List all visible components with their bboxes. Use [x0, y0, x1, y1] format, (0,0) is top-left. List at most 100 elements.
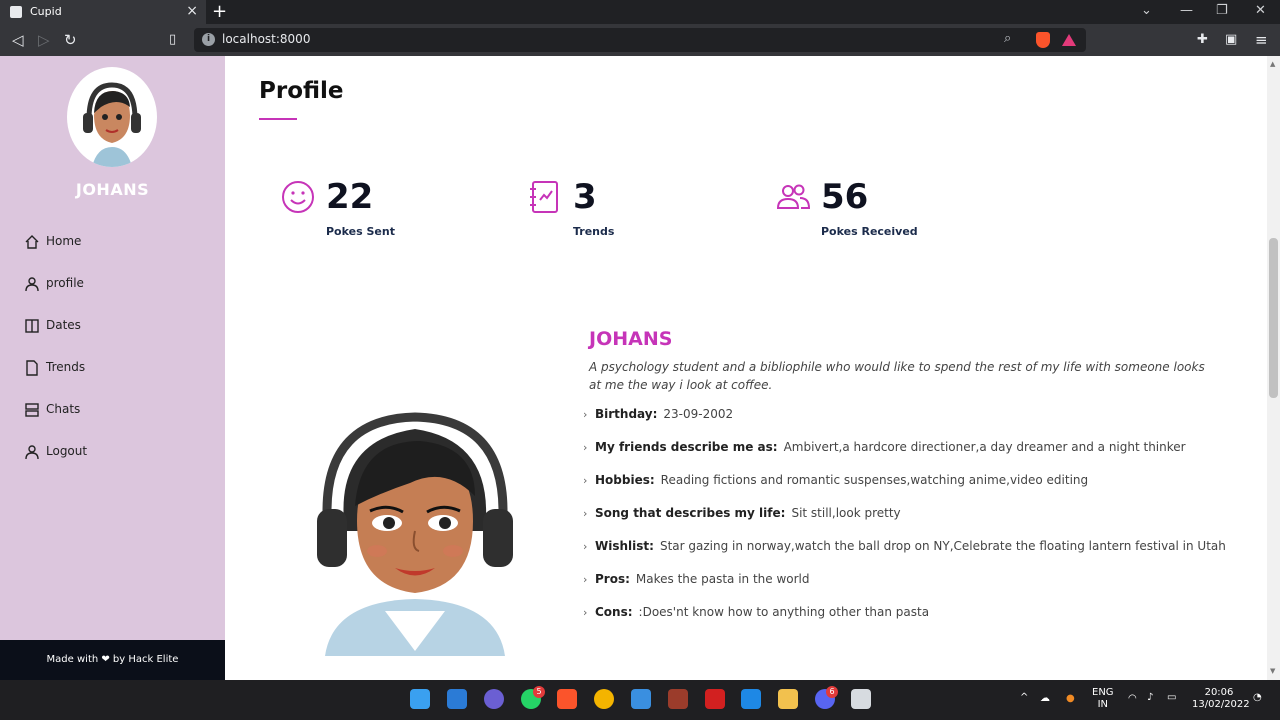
wifi-icon[interactable]: ◠ [1128, 693, 1137, 705]
site-info-icon[interactable]: i [202, 33, 215, 46]
clock-date: 13/02/2022 [1192, 699, 1250, 710]
tab-search-icon[interactable]: ⌄ [1141, 3, 1152, 18]
minimize-button[interactable]: — [1180, 3, 1193, 18]
detail-label: Cons: [595, 605, 633, 619]
chrome-icon[interactable] [594, 689, 614, 709]
sidebar: JOHANS Home profile Dates Trends Chats L… [0, 56, 225, 680]
forward-icon[interactable]: ▷ [38, 30, 50, 50]
stat-value: 22 [326, 177, 374, 217]
browser-tab[interactable]: Cupid × [0, 0, 206, 24]
profile-bio: A psychology student and a bibliophile w… [589, 360, 1205, 392]
taskbar: 5 6 ^ ☁ ● ENG IN ◠ ♪ ▭ 20:06 13/02/2022 … [0, 680, 1280, 720]
wallet-icon[interactable]: ▣ [1225, 30, 1237, 50]
teams-chat-icon[interactable] [484, 689, 504, 709]
title-underline [259, 118, 297, 120]
smile-icon [282, 181, 314, 213]
stat-value: 3 [573, 177, 597, 217]
brave-rewards-icon[interactable] [1062, 34, 1076, 46]
stat-label: Pokes Received [821, 225, 918, 238]
brave-shields-icon[interactable] [1036, 32, 1050, 48]
page-scrollbar[interactable]: ▲ ▼ [1267, 56, 1280, 680]
avatar [67, 67, 157, 167]
battery-icon[interactable]: ▭ [1167, 692, 1176, 704]
detail-value: Star gazing in norway,watch the ball dro… [659, 539, 1226, 553]
clock-time: 20:06 [1204, 687, 1234, 698]
winrar-icon[interactable] [668, 689, 688, 709]
menu-icon[interactable]: ≡ [1255, 30, 1268, 50]
sidebar-item-label: Chats [46, 402, 81, 416]
people-icon [776, 184, 810, 209]
stat-label: Trends [573, 225, 615, 238]
detail-pros: › Pros: Makes the pasta in the world [583, 572, 810, 586]
detail-cons: › Cons: :Does'nt know how to anything othe… [583, 605, 929, 619]
start-icon[interactable] [410, 689, 430, 709]
notifications-icon[interactable]: ◔ [1253, 692, 1262, 704]
detail-song: › Song that describes my life: Sit still,l… [583, 506, 901, 520]
maximize-button[interactable]: ❐ [1216, 3, 1228, 18]
acrobat-icon[interactable] [705, 689, 725, 709]
tray-overflow-icon[interactable]: ^ [1020, 692, 1028, 704]
reload-icon[interactable]: ↻ [64, 30, 77, 50]
brave-icon[interactable] [557, 689, 577, 709]
new-tab-button[interactable]: + [212, 1, 227, 22]
home-icon [25, 235, 39, 249]
close-tab-icon[interactable]: × [186, 3, 198, 19]
chevron-right-icon: › [583, 573, 588, 586]
detail-label: Wishlist: [595, 539, 654, 553]
app-icon[interactable] [851, 689, 871, 709]
favicon-icon [10, 6, 22, 18]
vscode-icon[interactable] [741, 689, 761, 709]
stat-label: Pokes Sent [326, 225, 395, 238]
user-icon [25, 277, 39, 292]
browser-tab-strip: Cupid × + ⌄ — ❐ ✕ [0, 0, 1280, 24]
browser-toolbar: ◁ ▷ ↻ ▯ i localhost:8000 ⌕ ✚ ▣ ≡ [0, 24, 1280, 56]
profile-name: JOHANS [589, 328, 673, 350]
book-icon [25, 319, 39, 333]
sidebar-item-label: Trends [46, 360, 86, 374]
detail-wishlist: › Wishlist: Star gazing in norway,watch th… [583, 539, 1226, 553]
volume-icon[interactable]: ♪ [1147, 692, 1153, 704]
chevron-right-icon: › [583, 606, 588, 619]
detail-value: :Does'nt know how to anything other than… [638, 605, 930, 619]
close-window-button[interactable]: ✕ [1255, 3, 1266, 18]
language-indicator[interactable]: ENG IN [1092, 687, 1114, 711]
chevron-right-icon: › [583, 474, 588, 487]
chevron-right-icon: › [583, 507, 588, 520]
file-explorer-icon[interactable] [778, 689, 798, 709]
detail-value: Sit still,look pretty [791, 506, 901, 520]
microphone-icon[interactable]: ● [1066, 693, 1075, 705]
detail-value: 23-09-2002 [663, 407, 734, 421]
scrollbar-thumb[interactable] [1269, 238, 1278, 398]
back-icon[interactable]: ◁ [12, 30, 24, 50]
sidebar-item-label: profile [46, 276, 84, 290]
detail-label: My friends describe me as: [595, 440, 778, 454]
notepad-icon[interactable] [631, 689, 651, 709]
detail-label: Pros: [595, 572, 630, 586]
task-view-icon[interactable] [447, 689, 467, 709]
page: JOHANS Home profile Dates Trends Chats L… [0, 56, 1280, 680]
main-content: Profile 22 Pokes Sent 3 Trends 56 Pokes … [225, 56, 1267, 680]
stat-value: 56 [821, 177, 869, 217]
detail-value: Makes the pasta in the world [635, 572, 810, 586]
bookmark-icon[interactable]: ▯ [169, 30, 176, 50]
address-bar[interactable]: i localhost:8000 ⌕ [194, 28, 1086, 52]
sidebar-item-label: Logout [46, 444, 88, 458]
sidebar-footer: Made with ❤ by Hack Elite [0, 640, 225, 680]
chevron-right-icon: › [583, 540, 588, 553]
detail-value: Reading fictions and romantic suspenses,… [660, 473, 1089, 487]
clock[interactable]: 20:06 13/02/2022 [1192, 687, 1250, 711]
scroll-down-icon[interactable]: ▼ [1270, 667, 1275, 675]
onedrive-icon[interactable]: ☁ [1040, 693, 1050, 705]
tab-title: Cupid [30, 5, 62, 18]
zoom-icon[interactable]: ⌕ [1004, 31, 1011, 46]
detail-value: Ambivert,a hardcore directioner,a day dr… [783, 440, 1186, 454]
url-text[interactable]: localhost:8000 [222, 32, 310, 46]
extensions-icon[interactable]: ✚ [1197, 30, 1208, 50]
sidebar-item-label: Dates [46, 318, 81, 332]
profile-picture [317, 412, 513, 656]
language-code: ENG [1092, 687, 1114, 698]
sidebar-user-name: JOHANS [75, 180, 150, 199]
detail-friends-describe: › My friends describe me as: Ambivert,a ha… [583, 440, 1186, 454]
user-icon [25, 445, 39, 460]
scroll-up-icon[interactable]: ▲ [1270, 60, 1275, 68]
